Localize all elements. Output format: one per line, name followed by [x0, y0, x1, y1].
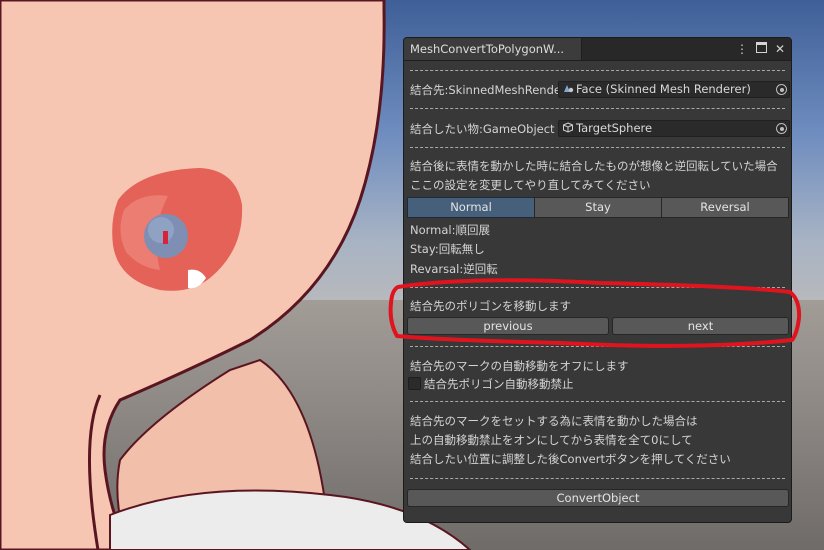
instruction-line3: 結合したい位置に調整した後Convertボタンを押してください [410, 452, 731, 466]
rotation-hint-line1: 結合後に表情を動かした時に結合したものが想像と逆回転していた場合 [410, 159, 778, 173]
rotation-hint-line2: ここの設定を変更してやり直してみてください [410, 178, 651, 192]
source-object-field[interactable]: TargetSphere [558, 120, 790, 137]
more-options-icon[interactable]: ⋮ [735, 41, 749, 57]
polygon-move-label: 結合先のポリゴンを移動します [410, 299, 571, 313]
rotation-option-stay[interactable]: Stay [534, 197, 662, 218]
separator [410, 108, 785, 109]
close-icon[interactable]: ✕ [773, 41, 787, 57]
next-button[interactable]: next [612, 317, 789, 335]
skinned-mesh-renderer-icon [562, 83, 574, 94]
rotation-mode-toolbar: Normal Stay Reversal [407, 197, 789, 218]
target-mesh-label: 結合先:SkinnedMeshRende [410, 83, 560, 97]
object-picker-icon[interactable] [776, 84, 787, 95]
separator [410, 346, 785, 347]
convert-object-button[interactable]: ConvertObject [407, 489, 789, 507]
auto-move-checkbox-label: 結合先ポリゴン自動移動禁止 [424, 377, 574, 391]
previous-button[interactable]: previous [407, 317, 609, 335]
rotation-option-normal[interactable]: Normal [407, 197, 535, 218]
rotation-option-reversal[interactable]: Reversal [661, 197, 789, 218]
object-picker-icon[interactable] [776, 123, 787, 134]
source-object-value: TargetSphere [576, 121, 653, 135]
separator [410, 147, 785, 148]
mesh-convert-window: MeshConvertToPolygonW... ⋮ ✕ 結合先:Skinned… [403, 37, 792, 523]
auto-move-label: 結合先のマークの自動移動をオフにします [410, 359, 629, 373]
instruction-line1: 結合先のマークをセットする為に表情を動かした場合は [410, 414, 698, 428]
separator [410, 478, 785, 479]
window-tab[interactable]: MeshConvertToPolygonW... [404, 38, 582, 60]
gameobject-cube-icon [562, 122, 574, 133]
separator [410, 401, 785, 402]
window-tab-bar: MeshConvertToPolygonW... ⋮ ✕ [404, 38, 791, 61]
window-content: 結合先:SkinnedMeshRende Face (Skinned Mesh … [404, 61, 791, 522]
separator [410, 287, 785, 288]
maximize-icon[interactable] [754, 41, 768, 57]
target-mesh-field[interactable]: Face (Skinned Mesh Renderer) [558, 81, 790, 98]
auto-move-checkbox[interactable] [408, 377, 421, 390]
instruction-line2: 上の自動移動禁止をオンにしてから表情を全て0にして [410, 433, 693, 447]
rotation-desc-stay: Stay:回転無し [410, 242, 485, 256]
source-object-label: 結合したい物:GameObject [410, 122, 555, 136]
separator [410, 70, 785, 71]
target-mesh-value: Face (Skinned Mesh Renderer) [576, 82, 751, 96]
rotation-desc-reversal: Revarsal:逆回転 [410, 262, 498, 276]
rotation-desc-normal: Normal:順回展 [410, 223, 490, 237]
